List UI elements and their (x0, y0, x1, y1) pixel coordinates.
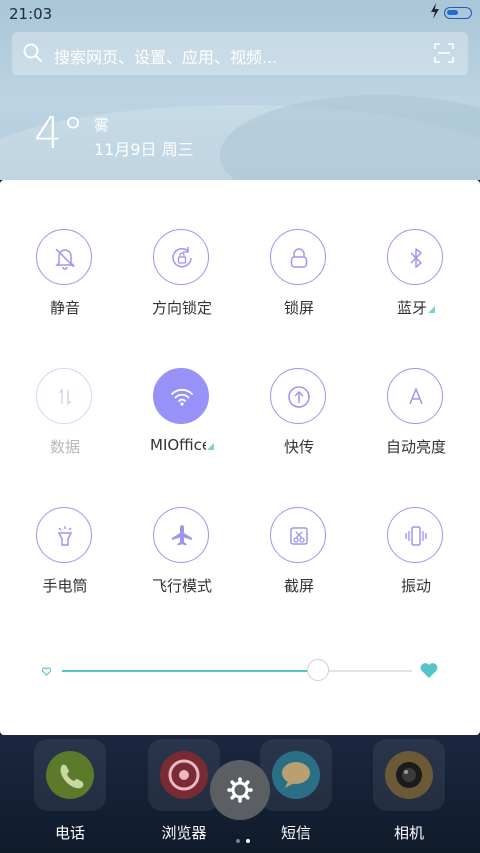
scan-icon[interactable] (434, 43, 454, 63)
lock-icon (270, 229, 326, 285)
browser-icon (160, 751, 208, 799)
battery-level (447, 10, 458, 15)
flashlight-icon (36, 507, 92, 563)
page-indicator (233, 828, 253, 847)
brightness-slider[interactable] (62, 670, 412, 672)
settings-button[interactable] (210, 760, 270, 820)
charging-icon (431, 3, 439, 19)
toggle-label: 手电筒 (42, 577, 88, 595)
toggle-label: 振动 (400, 577, 431, 595)
screenshot-icon (270, 507, 326, 563)
toggle-rotation-lock[interactable]: 方向锁定 (127, 229, 237, 329)
toggle-label: 静音 (49, 299, 80, 317)
weather-temperature: 4° (34, 108, 84, 159)
dock-app-messages[interactable] (260, 739, 332, 811)
gear-icon (227, 777, 253, 803)
toggle-label: 蓝牙 (361, 297, 471, 318)
dock-app-phone[interactable] (34, 739, 106, 811)
dock-app-label: 相机 (393, 824, 424, 842)
weather-condition: 雾 (94, 116, 110, 134)
data-icon (36, 368, 92, 424)
brightness-max-icon (420, 663, 438, 678)
airplane-icon (153, 507, 209, 563)
transfer-icon (270, 368, 326, 424)
dock-app-camera[interactable] (373, 739, 445, 811)
toggle-label: 截屏 (283, 577, 314, 595)
toggle-airplane-mode[interactable]: 飞行模式 (127, 507, 237, 607)
expand-corner-icon (428, 306, 435, 313)
toggle-label: 方向锁定 (151, 299, 212, 317)
status-time: 21:03 (9, 5, 53, 23)
wifi-icon (153, 368, 209, 424)
dock-app-label: 短信 (280, 824, 311, 842)
toggle-screenshot[interactable]: 截屏 (244, 507, 354, 607)
toggle-bluetooth[interactable]: 蓝牙 (361, 229, 471, 329)
status-bar: 21:03 (0, 0, 480, 28)
toggle-label: 快传 (283, 438, 314, 456)
camera-icon (385, 751, 433, 799)
toggle-label: 飞行模式 (151, 577, 212, 595)
brightness-slider-thumb[interactable] (306, 659, 329, 681)
weather-date: 11月9日 周三 (94, 140, 194, 159)
toggle-label: MIOffice (127, 436, 237, 454)
search-placeholder: 搜索网页、设置、应用、视频... (54, 48, 278, 67)
toggle-vibrate[interactable]: 振动 (361, 507, 471, 607)
toggle-mobile-data[interactable]: 数据 (10, 368, 120, 468)
toggle-quick-transfer[interactable]: 快传 (244, 368, 354, 468)
toggle-label: 自动亮度 (385, 438, 446, 456)
messages-icon (272, 751, 320, 799)
brightness-slider-fill (62, 670, 318, 672)
expand-corner-icon (207, 443, 214, 450)
search-icon (23, 43, 42, 62)
toggle-flashlight[interactable]: 手电筒 (10, 507, 120, 607)
dock-app-label: 浏览器 (161, 824, 207, 842)
rotation-lock-icon (153, 229, 209, 285)
phone-icon (46, 751, 94, 799)
dock-app-label: 电话 (54, 824, 85, 842)
page-dot (246, 839, 250, 843)
vibrate-icon (387, 507, 443, 563)
toggle-label-text: 蓝牙 (396, 299, 427, 317)
toggle-label: 锁屏 (283, 299, 314, 317)
bell-off-icon (36, 229, 92, 285)
toggle-lock-screen[interactable]: 锁屏 (244, 229, 354, 329)
toggle-label-text: MIOffice (150, 436, 206, 454)
auto-brightness-icon (387, 368, 443, 424)
battery-icon (444, 7, 472, 19)
search-bar[interactable]: 搜索网页、设置、应用、视频... (12, 32, 468, 75)
toggle-label: 数据 (49, 438, 80, 456)
toggle-silent[interactable]: 静音 (10, 229, 120, 329)
bluetooth-icon (387, 229, 443, 285)
toggle-wifi[interactable]: MIOffice (127, 368, 237, 468)
toggle-auto-brightness[interactable]: 自动亮度 (361, 368, 471, 468)
brightness-min-icon (42, 667, 51, 676)
page-dot (236, 839, 240, 843)
